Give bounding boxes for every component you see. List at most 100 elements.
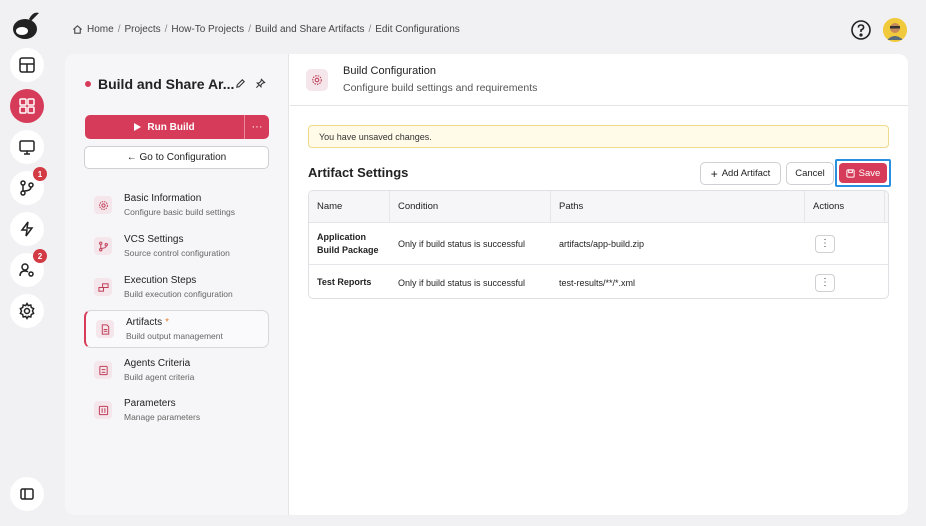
cancel-button[interactable]: Cancel [786, 162, 834, 185]
sidebar-item-vcs-settings[interactable]: VCS Settings Source control configuratio… [84, 228, 269, 266]
artifact-name: Test Reports [317, 277, 372, 288]
pipelines-nav-button[interactable] [10, 212, 44, 246]
breadcrumb-separator: / [368, 24, 372, 35]
artifact-paths: test-results/**/*.xml [559, 277, 636, 288]
breadcrumb-project[interactable]: Build and Share Artifacts [255, 24, 365, 35]
table-row[interactable]: Application Build Package Only if build … [309, 223, 888, 265]
row-actions: ⋮ [805, 265, 885, 298]
branch-icon [94, 237, 112, 255]
breadcrumb-how-to-projects[interactable]: How-To Projects [171, 24, 244, 35]
artifacts-table: Name Condition Paths Actions Application… [308, 190, 889, 299]
save-button-focus-ring: Save [835, 159, 891, 187]
dashboard-icon [19, 57, 35, 73]
config-sidebar: Build and Share Ar... Run Build ··· ← Go… [65, 54, 289, 515]
user-settings-icon [19, 263, 34, 277]
users-badge: 2 [33, 249, 47, 263]
status-dot [85, 81, 91, 87]
collapse-sidebar-button[interactable] [10, 477, 44, 511]
table-header-row: Name Condition Paths Actions [309, 191, 888, 223]
gear-icon [306, 69, 328, 91]
sidebar-item-title: Basic Information [124, 193, 202, 204]
settings-nav-button[interactable] [10, 294, 44, 328]
artifact-condition: Only if build status is successful [398, 238, 526, 249]
projects-nav-button[interactable] [10, 89, 44, 123]
sidebar-item-title: Agents Criteria [124, 358, 191, 369]
sidebar-item-basic-information[interactable]: Basic Information Configure basic build … [84, 187, 269, 225]
plus-icon: + [710, 166, 718, 181]
kebab-menu-icon[interactable]: ⋮ [815, 273, 835, 292]
dashboard-nav-button[interactable] [10, 48, 44, 82]
breadcrumb-separator: / [164, 24, 168, 35]
pencil-icon[interactable] [235, 78, 246, 89]
agents-nav-button[interactable] [10, 130, 44, 164]
run-options-button[interactable]: ··· [245, 115, 269, 139]
unsaved-changes-banner: You have unsaved changes. [308, 125, 889, 148]
run-build-button[interactable]: Run Build [85, 115, 245, 139]
add-artifact-button[interactable]: + Add Artifact [700, 162, 781, 185]
sidebar-item-subtitle: Configure basic build settings [124, 207, 236, 217]
breadcrumb-current: Edit Configurations [375, 24, 460, 35]
artifact-paths: artifacts/app-build.zip [559, 238, 645, 249]
run-build-button-group: Run Build ··· [85, 115, 269, 139]
monitor-icon [19, 140, 35, 155]
breadcrumb-separator: / [248, 24, 251, 35]
sidebar-item-parameters[interactable]: Parameters Manage parameters [84, 392, 269, 430]
artifact-condition: Only if build status is successful [398, 277, 526, 288]
content-header: Build Configuration Configure build sett… [290, 54, 908, 106]
breadcrumb: Home / Projects / How-To Projects / Buil… [72, 24, 460, 35]
breadcrumb-separator: / [117, 24, 121, 35]
project-name: Build and Share Ar... [98, 76, 235, 92]
avatar[interactable] [883, 18, 907, 42]
save-button[interactable]: Save [839, 163, 887, 183]
run-build-label: Run Build [147, 121, 195, 133]
main-card: Build and Share Ar... Run Build ··· ← Go… [65, 54, 908, 515]
sidebar-item-title: VCS Settings [124, 234, 184, 245]
sidebar-item-execution-steps[interactable]: Execution Steps Build execution configur… [84, 269, 269, 307]
breadcrumb-projects[interactable]: Projects [124, 24, 160, 35]
row-actions: ⋮ [805, 223, 885, 264]
agent-icon [94, 361, 112, 379]
help-icon[interactable] [850, 19, 872, 41]
sidebar-item-subtitle: Manage parameters [124, 412, 201, 422]
sidebar-item-subtitle: Build agent criteria [124, 372, 195, 382]
steps-icon [94, 278, 112, 296]
sidebar-item-title: Artifacts * [126, 317, 169, 328]
grid-icon [19, 98, 35, 114]
vcs-badge: 1 [33, 167, 47, 181]
sidebar-item-label: Artifacts [126, 317, 163, 328]
sidebar-item-artifacts[interactable]: Artifacts * Build output management [84, 310, 269, 348]
sidebar-item-title: Parameters [124, 398, 176, 409]
sidebar-item-subtitle: Source control configuration [124, 248, 230, 258]
table-row[interactable]: Test Reports Only if build status is suc… [309, 265, 888, 298]
add-artifact-label: Add Artifact [721, 168, 771, 179]
file-icon [96, 320, 114, 338]
parameters-icon [94, 401, 112, 419]
save-label: Save [858, 167, 881, 179]
kebab-menu-icon[interactable]: ⋮ [815, 234, 835, 253]
column-header-paths: Paths [551, 191, 805, 222]
column-header-condition: Condition [390, 191, 551, 222]
sidebar-item-title: Execution Steps [124, 275, 197, 286]
gear-icon [94, 196, 112, 214]
vcs-nav-button[interactable]: 1 [10, 167, 47, 205]
sidebar-item-subtitle: Build execution configuration [124, 289, 233, 299]
sidebar-item-agents-criteria[interactable]: Agents Criteria Build agent criteria [84, 352, 269, 390]
sidebar-toggle-icon [20, 488, 34, 500]
save-icon [846, 168, 855, 178]
play-icon [134, 123, 142, 131]
home-icon [73, 25, 82, 34]
left-rail: 1 2 [0, 0, 52, 526]
gear-icon [19, 302, 35, 320]
page-subtitle: Configure build settings and requirement… [343, 82, 538, 94]
modified-indicator: * [165, 317, 170, 328]
go-to-configuration-button[interactable]: ← Go to Configuration [84, 146, 269, 169]
avatar-icon [883, 18, 907, 42]
column-header-name: Name [309, 191, 390, 222]
lightning-icon [20, 221, 34, 237]
artifact-name: Application Build Package [317, 231, 379, 255]
app-logo-icon[interactable] [11, 9, 41, 41]
breadcrumb-home[interactable]: Home [87, 24, 114, 35]
users-nav-button[interactable]: 2 [10, 249, 47, 287]
pin-icon[interactable] [255, 78, 266, 89]
column-header-actions: Actions [805, 191, 885, 222]
